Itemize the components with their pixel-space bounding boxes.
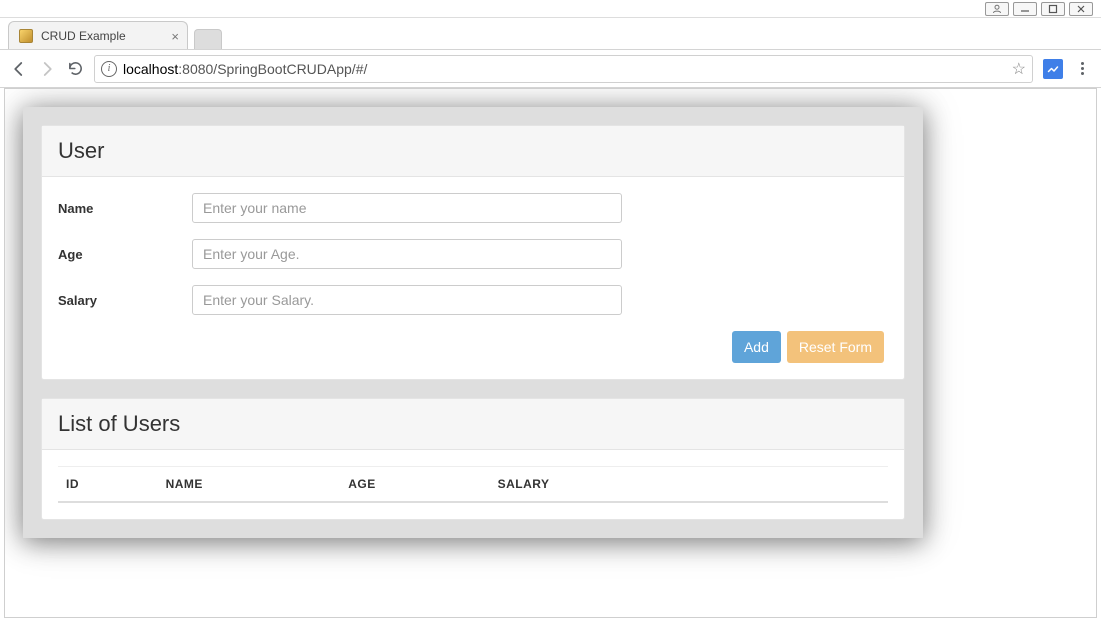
tab-crud-example[interactable]: CRUD Example ×	[8, 21, 188, 49]
user-form-heading: User	[42, 126, 904, 177]
address-bar[interactable]: i localhost:8080/SpringBootCRUDApp/#/ ☆	[94, 55, 1033, 83]
back-button[interactable]	[10, 60, 28, 78]
url-path: :8080/SpringBootCRUDApp/#/	[178, 61, 367, 77]
users-list-heading: List of Users	[42, 399, 904, 450]
col-salary: SALARY	[490, 467, 888, 503]
user-form-panel: User Name Age Salary Add	[41, 125, 905, 380]
salary-input[interactable]	[192, 285, 622, 315]
tab-close-icon[interactable]: ×	[171, 29, 179, 44]
maximize-button[interactable]	[1041, 2, 1065, 16]
close-window-button[interactable]	[1069, 2, 1093, 16]
tab-strip: CRUD Example ×	[0, 18, 1101, 50]
browser-toolbar: i localhost:8080/SpringBootCRUDApp/#/ ☆	[0, 50, 1101, 88]
reset-form-button[interactable]: Reset Form	[787, 331, 884, 363]
bookmark-star-icon[interactable]: ☆	[1012, 59, 1026, 79]
users-list-panel: List of Users ID NAME AGE SALARY	[41, 398, 905, 520]
window-titlebar	[0, 0, 1101, 18]
forward-button[interactable]	[38, 60, 56, 78]
add-button[interactable]: Add	[732, 331, 781, 363]
user-button[interactable]	[985, 2, 1009, 16]
favicon-icon	[19, 29, 33, 43]
url-host: localhost	[123, 61, 178, 77]
name-input[interactable]	[192, 193, 622, 223]
col-age: AGE	[340, 467, 489, 503]
name-label: Name	[58, 201, 192, 216]
new-tab-button[interactable]	[194, 29, 222, 49]
age-label: Age	[58, 247, 192, 262]
users-table: ID NAME AGE SALARY	[58, 466, 888, 503]
col-id: ID	[58, 467, 158, 503]
page-container: User Name Age Salary Add	[23, 107, 923, 538]
reload-button[interactable]	[66, 60, 84, 78]
browser-menu-button[interactable]	[1073, 60, 1091, 78]
age-input[interactable]	[192, 239, 622, 269]
page-viewport: User Name Age Salary Add	[4, 88, 1097, 618]
col-name: NAME	[158, 467, 341, 503]
tab-title: CRUD Example	[41, 29, 126, 43]
minimize-button[interactable]	[1013, 2, 1037, 16]
url-text: localhost:8080/SpringBootCRUDApp/#/	[123, 61, 1006, 77]
extension-button[interactable]	[1043, 59, 1063, 79]
salary-label: Salary	[58, 293, 192, 308]
site-info-icon[interactable]: i	[101, 61, 117, 77]
